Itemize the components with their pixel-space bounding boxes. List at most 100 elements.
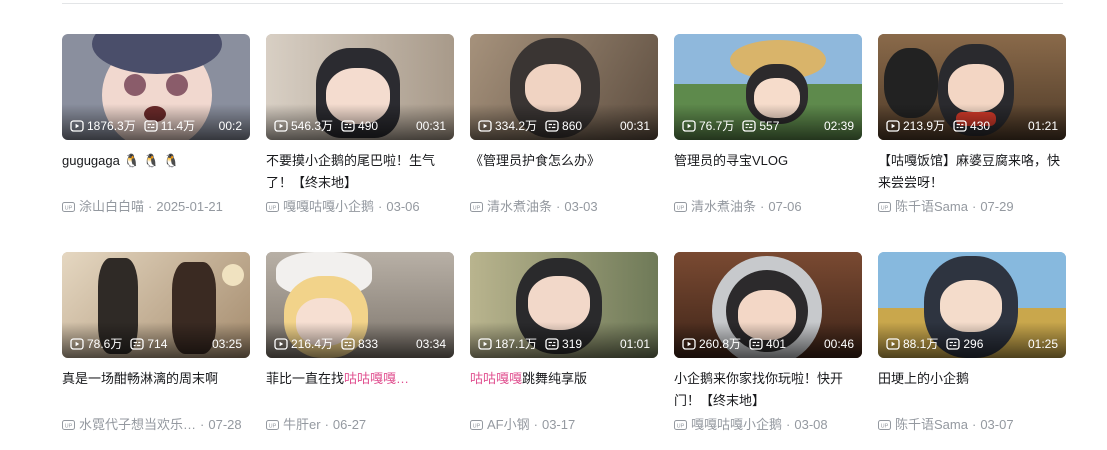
video-card[interactable]: 88.1万 296 01:25 田埂上的小企鹅 UP 陈千语Sama · 03-… bbox=[878, 252, 1066, 440]
danmaku-count-value: 430 bbox=[970, 119, 991, 133]
uploader-badge-icon: UP bbox=[470, 420, 487, 430]
video-row-1: 1876.3万 11.4万 00:2 gugugaga 🐧 🐧 🐧 UP 涂山白… bbox=[62, 34, 1066, 222]
danmaku-count: 714 bbox=[130, 336, 167, 352]
upload-date: 03-07 bbox=[980, 417, 1014, 432]
meta-separator: · bbox=[533, 417, 538, 432]
uploader-name[interactable]: 清水煮油条 bbox=[487, 198, 552, 216]
play-count-value: 546.3万 bbox=[291, 119, 334, 133]
uploader-name[interactable]: 嘎嘎咕嘎小企鹅 bbox=[283, 198, 374, 216]
video-title-text: 《管理员护食怎么办》 bbox=[470, 153, 601, 168]
play-count-value: 260.8万 bbox=[699, 337, 742, 351]
danmaku-count: 557 bbox=[742, 118, 779, 134]
video-title[interactable]: 咕咕嘎嘎跳舞纯享版 bbox=[470, 368, 658, 412]
video-title-text: 不要摸小企鹅的尾巴啦！生气了！【终末地】 bbox=[266, 153, 436, 190]
section-divider bbox=[62, 3, 1063, 4]
video-stats: 76.7万 557 02:39 bbox=[682, 118, 854, 134]
video-card[interactable]: 334.2万 860 00:31 《管理员护食怎么办》 UP 清水煮油条 · 0… bbox=[470, 34, 658, 222]
video-title-text: gugugaga 🐧 🐧 🐧 bbox=[62, 153, 180, 168]
danmaku-count-value: 714 bbox=[147, 337, 168, 351]
video-thumbnail[interactable]: 546.3万 490 00:31 bbox=[266, 34, 454, 140]
uploader-name[interactable]: 清水煮油条 bbox=[691, 198, 756, 216]
danmaku-count: 296 bbox=[946, 336, 983, 352]
upload-date: 03-17 bbox=[541, 417, 576, 432]
video-title[interactable]: 小企鹅来你家找你玩啦！快开门！【终末地】 bbox=[674, 368, 862, 412]
danmaku-count-value: 11.4万 bbox=[160, 119, 196, 133]
video-thumbnail[interactable]: 213.9万 430 01:21 bbox=[878, 34, 1066, 140]
play-count: 1876.3万 bbox=[70, 118, 136, 134]
video-thumbnail[interactable]: 216.4万 833 03:34 bbox=[266, 252, 454, 358]
video-meta: UP 清水煮油条 · 03-03 bbox=[470, 198, 658, 216]
video-thumbnail[interactable]: 334.2万 860 00:31 bbox=[470, 34, 658, 140]
video-stats: 216.4万 833 03:34 bbox=[274, 336, 446, 352]
video-stats: 213.9万 430 01:21 bbox=[886, 118, 1058, 134]
uploader-name[interactable]: AF小钢 bbox=[487, 416, 530, 434]
play-count-value: 1876.3万 bbox=[87, 119, 136, 133]
play-count-icon bbox=[274, 119, 291, 133]
uploader-name[interactable]: 陈千语Sama bbox=[895, 198, 968, 216]
video-card[interactable]: 1876.3万 11.4万 00:2 gugugaga 🐧 🐧 🐧 UP 涂山白… bbox=[62, 34, 250, 222]
uploader-name[interactable]: 陈千语Sama bbox=[895, 416, 968, 434]
play-count-icon bbox=[70, 119, 87, 133]
danmaku-count-value: 296 bbox=[963, 337, 984, 351]
video-duration: 00:46 bbox=[823, 337, 854, 351]
video-title[interactable]: gugugaga 🐧 🐧 🐧 bbox=[62, 150, 250, 194]
video-title[interactable]: 田埂上的小企鹅 bbox=[878, 368, 1066, 412]
uploader-name[interactable]: 嘎嘎咕嘎小企鹅 bbox=[691, 416, 782, 434]
video-stats: 260.8万 401 00:46 bbox=[682, 336, 854, 352]
uploader-badge-icon: UP bbox=[62, 202, 79, 212]
video-thumbnail[interactable]: 1876.3万 11.4万 00:2 bbox=[62, 34, 250, 140]
danmaku-count: 490 bbox=[341, 118, 378, 134]
video-card[interactable]: 76.7万 557 02:39 管理员的寻宝VLOG UP 清水煮油条 · 07… bbox=[674, 34, 862, 222]
video-thumbnail[interactable]: 260.8万 401 00:46 bbox=[674, 252, 862, 358]
uploader-name[interactable]: 涂山白白喵 bbox=[79, 198, 144, 216]
video-card[interactable]: 187.1万 319 01:01 咕咕嘎嘎跳舞纯享版 UP AF小钢 · 03-… bbox=[470, 252, 658, 440]
play-count-icon bbox=[478, 119, 495, 133]
video-meta: UP 清水煮油条 · 07-06 bbox=[674, 198, 862, 216]
svg-text:UP: UP bbox=[677, 423, 685, 429]
danmaku-count-value: 833 bbox=[358, 337, 379, 351]
video-title-text: 小企鹅来你家找你玩啦！快开门！【终末地】 bbox=[674, 371, 844, 408]
uploader-badge-icon: UP bbox=[878, 202, 895, 212]
uploader-badge-icon: UP bbox=[878, 420, 895, 430]
play-count-value: 76.7万 bbox=[699, 119, 735, 133]
video-stats: 78.6万 714 03:25 bbox=[70, 336, 242, 352]
video-thumbnail[interactable]: 187.1万 319 01:01 bbox=[470, 252, 658, 358]
meta-separator: · bbox=[971, 417, 977, 432]
svg-text:UP: UP bbox=[269, 423, 277, 429]
video-card[interactable]: 78.6万 714 03:25 真是一场酣畅淋漓的周末啊 UP 水霓代子想当欢乐… bbox=[62, 252, 250, 440]
video-card[interactable]: 260.8万 401 00:46 小企鹅来你家找你玩啦！快开门！【终末地】 UP… bbox=[674, 252, 862, 440]
video-title[interactable]: 真是一场酣畅淋漓的周末啊 bbox=[62, 368, 250, 412]
meta-separator: · bbox=[760, 199, 765, 214]
danmaku-count: 319 bbox=[545, 336, 582, 352]
video-card[interactable]: 213.9万 430 01:21 【咕嘎饭馆】麻婆豆腐来咯，快来尝尝呀！ UP … bbox=[878, 34, 1066, 222]
uploader-name[interactable]: 牛肝er bbox=[283, 416, 321, 434]
video-row-2: 78.6万 714 03:25 真是一场酣畅淋漓的周末啊 UP 水霓代子想当欢乐… bbox=[62, 252, 1066, 440]
svg-text:UP: UP bbox=[881, 423, 889, 429]
video-title[interactable]: 管理员的寻宝VLOG bbox=[674, 150, 862, 194]
uploader-name[interactable]: 水霓代子想当欢乐… bbox=[79, 416, 196, 434]
danmaku-count: 11.4万 bbox=[144, 118, 195, 134]
danmaku-count-icon bbox=[953, 119, 970, 133]
video-thumbnail[interactable]: 76.7万 557 02:39 bbox=[674, 34, 862, 140]
danmaku-count: 430 bbox=[953, 118, 990, 134]
video-stats: 334.2万 860 00:31 bbox=[478, 118, 650, 134]
danmaku-count-icon bbox=[341, 337, 358, 351]
svg-text:UP: UP bbox=[473, 205, 481, 211]
video-title[interactable]: 《管理员护食怎么办》 bbox=[470, 150, 658, 194]
play-count: 78.6万 bbox=[70, 336, 122, 352]
play-count: 76.7万 bbox=[682, 118, 734, 134]
video-title[interactable]: 菲比一直在找咕咕嘎嘎… bbox=[266, 368, 454, 412]
video-card[interactable]: 216.4万 833 03:34 菲比一直在找咕咕嘎嘎… UP 牛肝er · 0… bbox=[266, 252, 454, 440]
danmaku-count-icon bbox=[545, 337, 562, 351]
video-title[interactable]: 不要摸小企鹅的尾巴啦！生气了！【终末地】 bbox=[266, 150, 454, 194]
video-title[interactable]: 【咕嘎饭馆】麻婆豆腐来咯，快来尝尝呀！ bbox=[878, 150, 1066, 194]
video-duration: 03:34 bbox=[415, 337, 446, 351]
play-count-icon bbox=[70, 337, 87, 351]
video-thumbnail[interactable]: 78.6万 714 03:25 bbox=[62, 252, 250, 358]
video-card[interactable]: 546.3万 490 00:31 不要摸小企鹅的尾巴啦！生气了！【终末地】 UP… bbox=[266, 34, 454, 222]
danmaku-count-icon bbox=[946, 337, 963, 351]
play-count-value: 78.6万 bbox=[87, 337, 123, 351]
video-thumbnail[interactable]: 88.1万 296 01:25 bbox=[878, 252, 1066, 358]
play-count-icon bbox=[682, 337, 699, 351]
video-meta: UP 嘎嘎咕嘎小企鹅 · 03-06 bbox=[266, 198, 454, 216]
